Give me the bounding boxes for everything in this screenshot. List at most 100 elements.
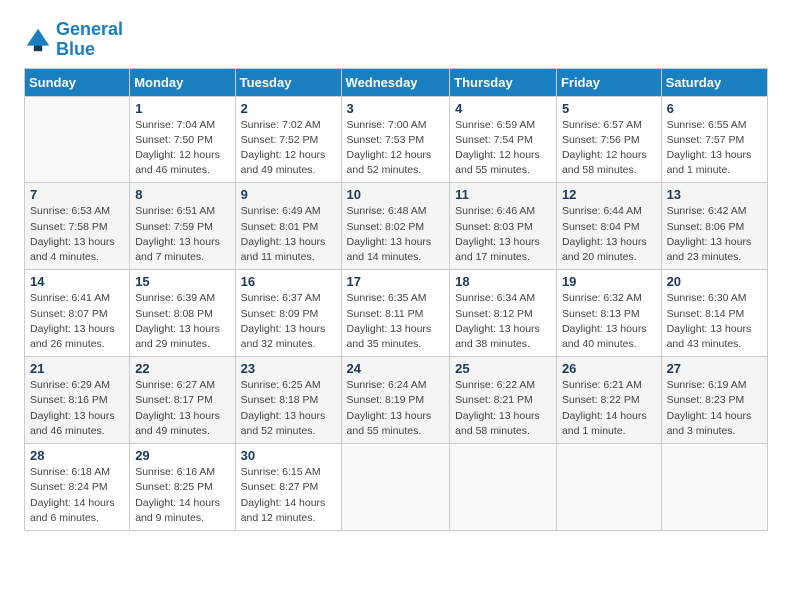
day-info: Sunrise: 7:04 AMSunset: 7:50 PMDaylight:…: [135, 118, 229, 179]
day-number: 25: [455, 361, 551, 376]
day-number: 24: [347, 361, 445, 376]
calendar-cell: 12 Sunrise: 6:44 AMSunset: 8:04 PMDayligh…: [556, 183, 661, 270]
page: General Blue SundayMondayTuesdayWednesda…: [0, 0, 792, 612]
day-info: Sunrise: 6:27 AMSunset: 8:17 PMDaylight:…: [135, 378, 229, 439]
column-header-monday: Monday: [130, 68, 235, 96]
day-info: Sunrise: 6:16 AMSunset: 8:25 PMDaylight:…: [135, 465, 229, 526]
calendar-cell: 27 Sunrise: 6:19 AMSunset: 8:23 PMDayligh…: [661, 357, 767, 444]
day-number: 30: [241, 448, 336, 463]
day-number: 8: [135, 187, 229, 202]
day-info: Sunrise: 6:32 AMSunset: 8:13 PMDaylight:…: [562, 291, 656, 352]
calendar-cell: 25 Sunrise: 6:22 AMSunset: 8:21 PMDayligh…: [450, 357, 557, 444]
day-info: Sunrise: 6:55 AMSunset: 7:57 PMDaylight:…: [667, 118, 762, 179]
calendar-cell: 28 Sunrise: 6:18 AMSunset: 8:24 PMDayligh…: [25, 444, 130, 531]
day-info: Sunrise: 6:48 AMSunset: 8:02 PMDaylight:…: [347, 204, 445, 265]
day-info: Sunrise: 6:44 AMSunset: 8:04 PMDaylight:…: [562, 204, 656, 265]
week-row-5: 28 Sunrise: 6:18 AMSunset: 8:24 PMDayligh…: [25, 444, 768, 531]
calendar-cell: 29 Sunrise: 6:16 AMSunset: 8:25 PMDayligh…: [130, 444, 235, 531]
day-number: 29: [135, 448, 229, 463]
week-row-1: 1Sunrise: 7:04 AMSunset: 7:50 PMDaylight…: [25, 96, 768, 183]
calendar-cell: [450, 444, 557, 531]
day-number: 22: [135, 361, 229, 376]
day-info: Sunrise: 6:15 AMSunset: 8:27 PMDaylight:…: [241, 465, 336, 526]
logo-icon: [24, 26, 52, 54]
day-number: 11: [455, 187, 551, 202]
day-number: 7: [30, 187, 124, 202]
calendar-cell: 26 Sunrise: 6:21 AMSunset: 8:22 PMDayligh…: [556, 357, 661, 444]
calendar-cell: 17 Sunrise: 6:35 AMSunset: 8:11 PMDayligh…: [341, 270, 450, 357]
day-info: Sunrise: 6:49 AMSunset: 8:01 PMDaylight:…: [241, 204, 336, 265]
day-number: 19: [562, 274, 656, 289]
calendar-cell: [25, 96, 130, 183]
column-header-wednesday: Wednesday: [341, 68, 450, 96]
day-number: 21: [30, 361, 124, 376]
day-number: 15: [135, 274, 229, 289]
calendar-cell: 1Sunrise: 7:04 AMSunset: 7:50 PMDaylight…: [130, 96, 235, 183]
day-info: Sunrise: 6:46 AMSunset: 8:03 PMDaylight:…: [455, 204, 551, 265]
column-header-saturday: Saturday: [661, 68, 767, 96]
logo-text: General Blue: [56, 20, 123, 60]
calendar-cell: 4 Sunrise: 6:59 AMSunset: 7:54 PMDaylight…: [450, 96, 557, 183]
calendar-cell: 16 Sunrise: 6:37 AMSunset: 8:09 PMDayligh…: [235, 270, 341, 357]
calendar-cell: 6Sunrise: 6:55 AMSunset: 7:57 PMDaylight…: [661, 96, 767, 183]
column-header-sunday: Sunday: [25, 68, 130, 96]
calendar-cell: 24 Sunrise: 6:24 AMSunset: 8:19 PMDayligh…: [341, 357, 450, 444]
day-info: Sunrise: 6:59 AMSunset: 7:54 PMDaylight:…: [455, 118, 551, 179]
calendar-cell: 13Sunrise: 6:42 AMSunset: 8:06 PMDayligh…: [661, 183, 767, 270]
calendar-cell: [661, 444, 767, 531]
calendar-cell: 20 Sunrise: 6:30 AMSunset: 8:14 PMDayligh…: [661, 270, 767, 357]
calendar-cell: 3 Sunrise: 7:00 AMSunset: 7:53 PMDaylight…: [341, 96, 450, 183]
day-number: 27: [667, 361, 762, 376]
calendar-cell: 21 Sunrise: 6:29 AMSunset: 8:16 PMDayligh…: [25, 357, 130, 444]
day-number: 17: [347, 274, 445, 289]
calendar-cell: 11 Sunrise: 6:46 AMSunset: 8:03 PMDayligh…: [450, 183, 557, 270]
column-header-friday: Friday: [556, 68, 661, 96]
day-info: Sunrise: 6:39 AMSunset: 8:08 PMDaylight:…: [135, 291, 229, 352]
week-row-2: 7Sunrise: 6:53 AMSunset: 7:58 PMDaylight…: [25, 183, 768, 270]
calendar-table: SundayMondayTuesdayWednesdayThursdayFrid…: [24, 68, 768, 531]
calendar-cell: 7Sunrise: 6:53 AMSunset: 7:58 PMDaylight…: [25, 183, 130, 270]
calendar-cell: 30 Sunrise: 6:15 AMSunset: 8:27 PMDayligh…: [235, 444, 341, 531]
day-info: Sunrise: 6:19 AMSunset: 8:23 PMDaylight:…: [667, 378, 762, 439]
day-number: 12: [562, 187, 656, 202]
day-info: Sunrise: 6:21 AMSunset: 8:22 PMDaylight:…: [562, 378, 656, 439]
day-number: 20: [667, 274, 762, 289]
calendar-cell: 23Sunrise: 6:25 AMSunset: 8:18 PMDayligh…: [235, 357, 341, 444]
calendar-cell: 22 Sunrise: 6:27 AMSunset: 8:17 PMDayligh…: [130, 357, 235, 444]
calendar-cell: [341, 444, 450, 531]
day-info: Sunrise: 6:37 AMSunset: 8:09 PMDaylight:…: [241, 291, 336, 352]
day-info: Sunrise: 7:00 AMSunset: 7:53 PMDaylight:…: [347, 118, 445, 179]
calendar-cell: 14 Sunrise: 6:41 AMSunset: 8:07 PMDayligh…: [25, 270, 130, 357]
calendar-cell: 15 Sunrise: 6:39 AMSunset: 8:08 PMDayligh…: [130, 270, 235, 357]
day-info: Sunrise: 6:35 AMSunset: 8:11 PMDaylight:…: [347, 291, 445, 352]
day-info: Sunrise: 7:02 AMSunset: 7:52 PMDaylight:…: [241, 118, 336, 179]
day-number: 4: [455, 101, 551, 116]
day-info: Sunrise: 6:18 AMSunset: 8:24 PMDaylight:…: [30, 465, 124, 526]
day-info: Sunrise: 6:29 AMSunset: 8:16 PMDaylight:…: [30, 378, 124, 439]
day-info: Sunrise: 6:24 AMSunset: 8:19 PMDaylight:…: [347, 378, 445, 439]
day-number: 9: [241, 187, 336, 202]
day-number: 16: [241, 274, 336, 289]
calendar-cell: 8Sunrise: 6:51 AMSunset: 7:59 PMDaylight…: [130, 183, 235, 270]
day-info: Sunrise: 6:25 AMSunset: 8:18 PMDaylight:…: [241, 378, 336, 439]
calendar-cell: 18 Sunrise: 6:34 AMSunset: 8:12 PMDayligh…: [450, 270, 557, 357]
day-number: 3: [347, 101, 445, 116]
header: General Blue: [24, 20, 768, 60]
day-number: 10: [347, 187, 445, 202]
day-info: Sunrise: 6:57 AMSunset: 7:56 PMDaylight:…: [562, 118, 656, 179]
day-info: Sunrise: 6:22 AMSunset: 8:21 PMDaylight:…: [455, 378, 551, 439]
day-number: 13: [667, 187, 762, 202]
day-number: 18: [455, 274, 551, 289]
day-number: 26: [562, 361, 656, 376]
logo: General Blue: [24, 20, 123, 60]
day-number: 2: [241, 101, 336, 116]
day-number: 14: [30, 274, 124, 289]
day-info: Sunrise: 6:34 AMSunset: 8:12 PMDaylight:…: [455, 291, 551, 352]
day-info: Sunrise: 6:30 AMSunset: 8:14 PMDaylight:…: [667, 291, 762, 352]
calendar-cell: 9 Sunrise: 6:49 AMSunset: 8:01 PMDaylight…: [235, 183, 341, 270]
calendar-cell: 10 Sunrise: 6:48 AMSunset: 8:02 PMDayligh…: [341, 183, 450, 270]
calendar-cell: 2 Sunrise: 7:02 AMSunset: 7:52 PMDaylight…: [235, 96, 341, 183]
day-info: Sunrise: 6:41 AMSunset: 8:07 PMDaylight:…: [30, 291, 124, 352]
column-header-tuesday: Tuesday: [235, 68, 341, 96]
day-number: 28: [30, 448, 124, 463]
